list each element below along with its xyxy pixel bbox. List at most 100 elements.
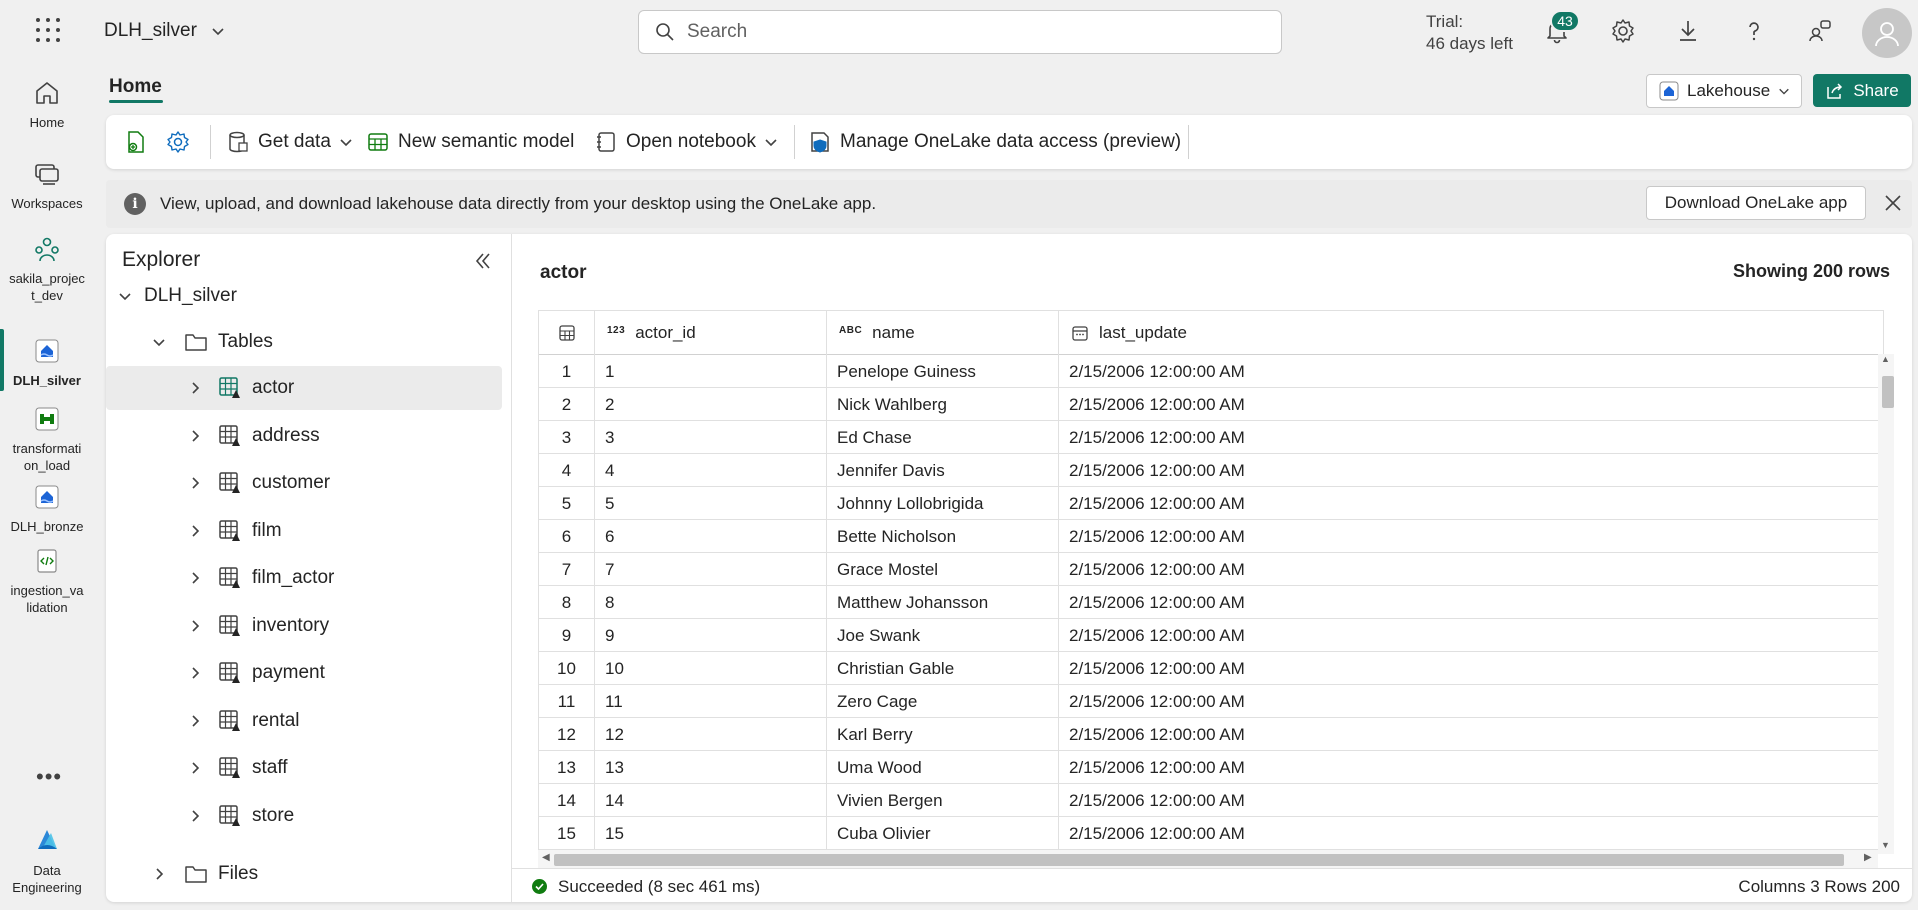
download-button[interactable] [1673,16,1703,46]
cell-actor-id[interactable]: 10 [595,652,827,685]
table-row[interactable]: 6 6 Bette Nicholson 2/15/2006 12:00:00 AM [539,520,1883,553]
scroll-left-icon[interactable]: ◀ [542,852,550,863]
cell-actor-id[interactable]: 9 [595,619,827,652]
table-row[interactable]: 8 8 Matthew Johansson 2/15/2006 12:00:00 AM [539,586,1883,619]
cell-name[interactable]: Bette Nicholson [827,520,1059,553]
cell-last-update[interactable]: 2/15/2006 12:00:00 AM [1059,421,1883,454]
tree-table-film-actor[interactable]: film_actor [106,556,502,600]
cell-last-update[interactable]: 2/15/2006 12:00:00 AM [1059,751,1883,784]
lakehouse-switcher-button[interactable]: Lakehouse [1646,74,1802,108]
cell-name[interactable]: Ed Chase [827,421,1059,454]
cell-last-update[interactable]: 2/15/2006 12:00:00 AM [1059,487,1883,520]
cell-last-update[interactable]: 2/15/2006 12:00:00 AM [1059,784,1883,817]
table-row[interactable]: 5 5 Johnny Lollobrigida 2/15/2006 12:00:00 … [539,487,1883,520]
scroll-up-icon[interactable]: ▲ [1881,354,1891,364]
scroll-right-icon[interactable]: ▶ [1864,852,1872,863]
table-row[interactable]: 4 4 Jennifer Davis 2/15/2006 12:00:00 AM [539,454,1883,487]
tree-table-staff[interactable]: staff [106,746,502,790]
tree-table-store[interactable]: store [106,794,502,838]
tree-root-dlh-silver[interactable]: DLH_silver [106,274,502,318]
workspace-switcher[interactable]: DLH_silver [104,20,225,42]
cell-actor-id[interactable]: 14 [595,784,827,817]
cell-actor-id[interactable]: 4 [595,454,827,487]
cell-last-update[interactable]: 2/15/2006 12:00:00 AM [1059,553,1883,586]
cell-last-update[interactable]: 2/15/2006 12:00:00 AM [1059,685,1883,718]
cell-name[interactable]: Cuba Olivier [827,817,1059,850]
lakehouse-settings-button[interactable] [166,127,190,157]
cell-actor-id[interactable]: 7 [595,553,827,586]
cell-actor-id[interactable]: 13 [595,751,827,784]
table-row[interactable]: 9 9 Joe Swank 2/15/2006 12:00:00 AM [539,619,1883,652]
cell-actor-id[interactable]: 12 [595,718,827,751]
cell-name[interactable]: Jennifer Davis [827,454,1059,487]
table-row[interactable]: 7 7 Grace Mostel 2/15/2006 12:00:00 AM [539,553,1883,586]
get-data-button[interactable]: Get data [226,127,353,157]
app-launcher-icon[interactable] [36,18,60,42]
rail-item-home[interactable]: Home [0,78,94,131]
table-row[interactable]: 1 1 Penelope Guiness 2/15/2006 12:00:00 AM [539,355,1883,388]
new-semantic-model-button[interactable]: New semantic model [366,127,574,157]
table-row[interactable]: 15 15 Cuba Olivier 2/15/2006 12:00:00 AM [539,817,1883,850]
cell-last-update[interactable]: 2/15/2006 12:00:00 AM [1059,586,1883,619]
horizontal-scrollbar[interactable]: ◀ ▶ [538,850,1878,868]
manage-onelake-access-button[interactable]: Manage OneLake data access (preview) [808,127,1181,157]
table-row[interactable]: 10 10 Christian Gable 2/15/2006 12:00:00 AM [539,652,1883,685]
column-header-actor-id[interactable]: 123 actor_id [595,311,827,355]
vertical-scroll-thumb[interactable] [1882,376,1894,408]
tab-home[interactable]: Home [109,76,162,98]
cell-name[interactable]: Zero Cage [827,685,1059,718]
table-row[interactable]: 13 13 Uma Wood 2/15/2006 12:00:00 AM [539,751,1883,784]
cell-actor-id[interactable]: 3 [595,421,827,454]
download-onelake-app-button[interactable]: Download OneLake app [1646,186,1866,220]
cell-name[interactable]: Vivien Bergen [827,784,1059,817]
cell-name[interactable]: Matthew Johansson [827,586,1059,619]
table-row[interactable]: 2 2 Nick Wahlberg 2/15/2006 12:00:00 AM [539,388,1883,421]
avatar[interactable] [1862,8,1912,58]
rail-item-dlh-bronze[interactable]: DLH_bronze [0,482,94,535]
tree-table-actor[interactable]: actor [106,366,502,410]
cell-last-update[interactable]: 2/15/2006 12:00:00 AM [1059,355,1883,388]
open-notebook-button[interactable]: Open notebook [594,127,778,157]
more-options-icon[interactable]: ••• [36,764,62,790]
settings-button[interactable] [1608,16,1638,46]
cell-actor-id[interactable]: 8 [595,586,827,619]
cell-name[interactable]: Penelope Guiness [827,355,1059,388]
horizontal-scroll-thumb[interactable] [554,854,1844,866]
table-row[interactable]: 12 12 Karl Berry 2/15/2006 12:00:00 AM [539,718,1883,751]
tree-table-film[interactable]: film [106,509,502,553]
cell-name[interactable]: Christian Gable [827,652,1059,685]
table-row[interactable]: 11 11 Zero Cage 2/15/2006 12:00:00 AM [539,685,1883,718]
rail-item-transformation-load[interactable]: transformati on_load [0,404,94,474]
table-row[interactable]: 3 3 Ed Chase 2/15/2006 12:00:00 AM [539,421,1883,454]
cell-last-update[interactable]: 2/15/2006 12:00:00 AM [1059,454,1883,487]
cell-actor-id[interactable]: 11 [595,685,827,718]
cell-name[interactable]: Karl Berry [827,718,1059,751]
rail-item-dlh-silver[interactable]: DLH_silver [0,336,94,389]
table-row[interactable]: 14 14 Vivien Bergen 2/15/2006 12:00:00 AM [539,784,1883,817]
cell-name[interactable]: Nick Wahlberg [827,388,1059,421]
cell-name[interactable]: Johnny Lollobrigida [827,487,1059,520]
tree-table-rental[interactable]: rental [106,699,502,743]
cell-actor-id[interactable]: 6 [595,520,827,553]
share-button[interactable]: Share [1813,74,1911,107]
search-box[interactable] [638,10,1282,54]
new-file-button[interactable] [124,127,148,157]
rail-item-sakila-project-dev[interactable]: sakila_projec t_dev [0,234,94,304]
tree-table-inventory[interactable]: inventory [106,604,502,648]
rail-item-workspaces[interactable]: Workspaces [0,159,94,212]
scroll-down-icon[interactable]: ▼ [1881,840,1891,850]
rail-item-data-engineering[interactable]: Data Engineering [0,826,94,896]
search-input[interactable] [687,21,1247,43]
cell-actor-id[interactable]: 5 [595,487,827,520]
cell-actor-id[interactable]: 1 [595,355,827,388]
cell-name[interactable]: Joe Swank [827,619,1059,652]
close-icon[interactable] [1882,192,1904,214]
cell-last-update[interactable]: 2/15/2006 12:00:00 AM [1059,718,1883,751]
cell-name[interactable]: Uma Wood [827,751,1059,784]
cell-name[interactable]: Grace Mostel [827,553,1059,586]
cell-last-update[interactable]: 2/15/2006 12:00:00 AM [1059,520,1883,553]
feedback-button[interactable] [1805,16,1835,46]
cell-actor-id[interactable]: 2 [595,388,827,421]
collapse-pane-icon[interactable] [472,250,494,272]
rail-item-ingestion-validation[interactable]: ingestion_va lidation [0,546,94,616]
